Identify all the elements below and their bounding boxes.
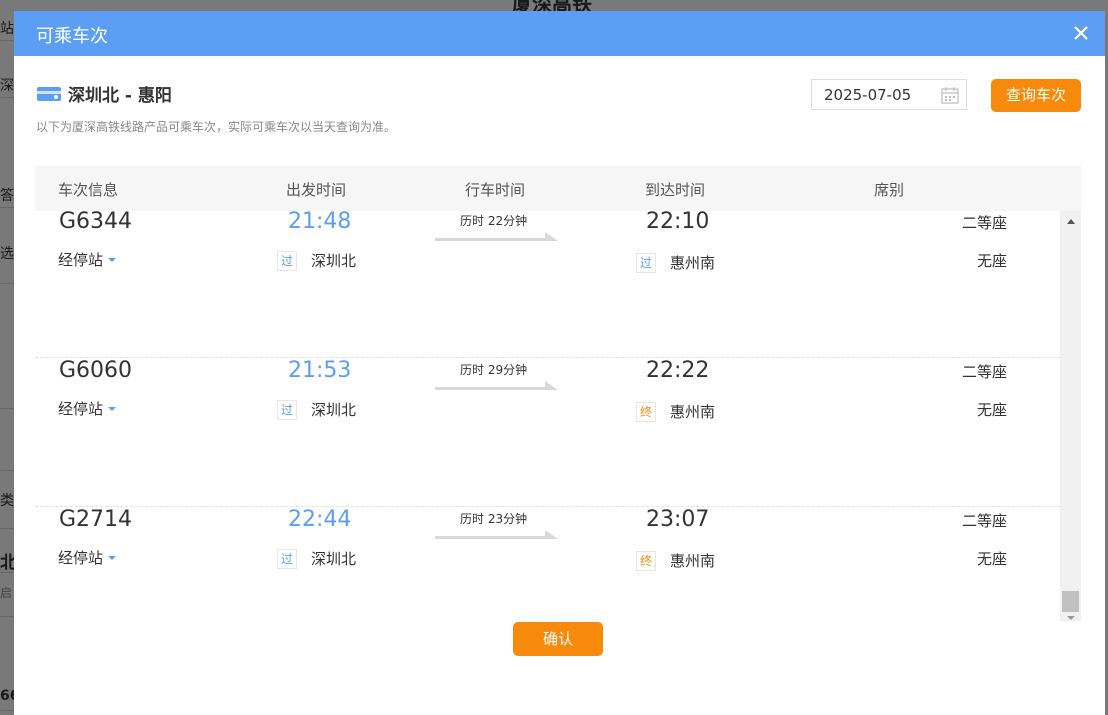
pass-badge: 过	[277, 250, 297, 271]
stops-toggle[interactable]: 经停站	[58, 398, 117, 419]
train-number: G2714	[59, 507, 133, 532]
duration: 历时 22分钟	[460, 214, 528, 228]
dialog-header: 可乘车次	[14, 11, 1105, 56]
departure-time: 22:44	[288, 507, 352, 532]
train-number: G6344	[59, 211, 133, 234]
duration: 历时 23分钟	[460, 512, 528, 526]
station-name: 深圳北	[311, 252, 357, 270]
query-trains-button[interactable]: 查询车次	[991, 79, 1081, 112]
route-heading: 深圳北 - 惠阳	[36, 81, 172, 106]
scroll-down-arrow-icon[interactable]	[1067, 616, 1075, 620]
departure-station: 过 深圳北	[277, 250, 356, 271]
column-header-train: 车次信息	[58, 181, 119, 199]
arrow-right-icon	[435, 232, 558, 241]
vertical-scrollbar[interactable]	[1060, 211, 1081, 621]
departure-time: 21:53	[288, 358, 352, 383]
column-header-departure: 出发时间	[286, 181, 347, 199]
train-number: G6060	[59, 358, 133, 383]
pass-badge: 过	[277, 399, 297, 420]
stops-label: 经停站	[58, 549, 104, 567]
date-value: 2025-07-05	[824, 86, 912, 104]
arrival-time: 23:07	[646, 507, 710, 532]
pass-badge: 过	[277, 548, 297, 569]
station-name: 惠州南	[670, 254, 716, 272]
stops-toggle[interactable]: 经停站	[58, 547, 117, 568]
calendar-icon[interactable]	[941, 87, 959, 104]
scroll-up-arrow-icon[interactable]	[1067, 219, 1075, 224]
train-row: G2714 经停站 22:44 历时 23分钟 23:07 过 深圳北 终 惠州…	[35, 507, 1060, 621]
duration: 历时 29分钟	[460, 363, 528, 377]
seat-class: 二等座	[962, 363, 1008, 381]
seat-availability: 无座	[977, 550, 1008, 568]
notice-text: 以下为厦深高铁线路产品可乘车次，实际可乘车次以当天查询为准。	[36, 120, 397, 134]
terminal-badge: 终	[636, 401, 656, 422]
pass-badge: 过	[636, 252, 656, 273]
stops-label: 经停站	[58, 251, 104, 269]
column-header-arrival: 到达时间	[645, 181, 706, 199]
available-trains-dialog: 可乘车次 深圳北 - 惠阳 以下为厦深高铁线路产品可乘车次，实际可乘车次以当天查…	[14, 11, 1105, 715]
stops-label: 经停站	[58, 400, 104, 418]
train-row: G6344 经停站 21:48 历时 22分钟 22:10 过 深圳北 过 惠州…	[35, 211, 1060, 358]
confirm-button[interactable]: 确认	[513, 622, 603, 656]
arrival-station: 终 惠州南	[636, 401, 715, 422]
train-list[interactable]: G6344 经停站 21:48 历时 22分钟 22:10 过 深圳北 过 惠州…	[35, 211, 1081, 621]
arrival-station: 过 惠州南	[636, 252, 715, 273]
station-name: 深圳北	[311, 401, 357, 419]
column-header-seat: 席别	[874, 181, 905, 199]
seat-availability: 无座	[977, 252, 1008, 270]
column-header-duration: 行车时间	[465, 181, 526, 199]
train-row: G6060 经停站 21:53 历时 29分钟 22:22 过 深圳北 终 惠州…	[35, 358, 1060, 507]
arrival-station: 终 惠州南	[636, 550, 715, 571]
seat-class: 二等座	[962, 512, 1008, 530]
ticket-icon	[37, 86, 61, 101]
station-name: 惠州南	[670, 552, 716, 570]
chevron-down-icon	[108, 555, 117, 560]
arrival-time: 22:22	[646, 358, 710, 383]
terminal-badge: 终	[636, 550, 656, 571]
table-header: 车次信息 出发时间 行车时间 到达时间 席别	[35, 166, 1081, 211]
scrollbar-thumb[interactable]	[1062, 591, 1079, 612]
chevron-down-icon	[108, 406, 117, 411]
route-title: 深圳北 - 惠阳	[68, 86, 172, 106]
station-name: 深圳北	[311, 550, 357, 568]
arrow-right-icon	[435, 381, 558, 390]
seat-class: 二等座	[962, 214, 1008, 232]
station-name: 惠州南	[670, 403, 716, 421]
chevron-down-icon	[108, 257, 117, 262]
date-input[interactable]: 2025-07-05	[811, 79, 967, 110]
dialog-title: 可乘车次	[36, 26, 108, 47]
seat-availability: 无座	[977, 401, 1008, 419]
departure-station: 过 深圳北	[277, 548, 356, 569]
stops-toggle[interactable]: 经停站	[58, 249, 117, 270]
arrow-right-icon	[435, 530, 558, 539]
departure-time: 21:48	[288, 211, 352, 234]
arrival-time: 22:10	[646, 211, 710, 234]
close-icon[interactable]	[1071, 23, 1091, 43]
departure-station: 过 深圳北	[277, 399, 356, 420]
